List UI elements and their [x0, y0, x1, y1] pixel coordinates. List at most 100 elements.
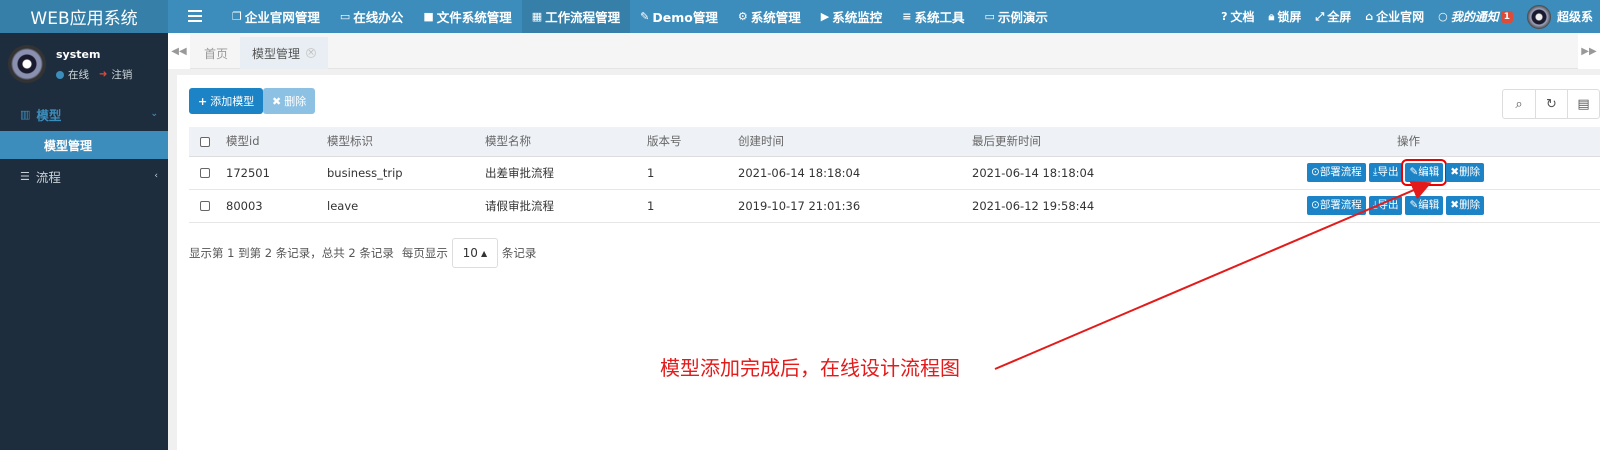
cell-model-name: 出差审批流程 [485, 165, 554, 180]
times-icon: ✖ [272, 94, 282, 108]
row-checkbox[interactable] [200, 201, 210, 211]
edit-button[interactable]: ✎编辑 [1401, 159, 1448, 186]
cell-model-key: leave [327, 198, 359, 213]
cell-created: 2019-10-17 21:01:36 [738, 198, 861, 213]
edit-button[interactable]: ✎编辑 [1405, 196, 1444, 215]
nav-demos[interactable]: ▭ 示例演示 [974, 0, 1057, 33]
column-header[interactable]: 模型名称 [485, 127, 647, 156]
plus-icon: + [198, 94, 208, 108]
page-tabs-bar: ◀◀ 首页 模型管理 × ▶▶ [168, 33, 1600, 69]
sidebar-username: system [56, 48, 101, 61]
app-logo[interactable]: WEB应用系统 [0, 0, 168, 33]
gear-icon: ⚙ [737, 10, 748, 23]
table-row[interactable]: 80003 leave 请假审批流程 1 2019-10-17 21:01:36… [189, 189, 1600, 222]
nav-docs[interactable]: ? 文档 [1214, 0, 1261, 33]
tab-model-management[interactable]: 模型管理 × [240, 37, 329, 69]
desktop-icon: ▭ [984, 10, 995, 23]
column-header[interactable]: 创建时间 [738, 127, 972, 156]
remove-button[interactable]: ✖删除 [1446, 196, 1485, 215]
nav-system-monitor[interactable]: ▶ 系统监控 [811, 0, 892, 33]
top-navbar: WEB应用系统 ❐ 企业官网管理 ▭ 在线办公 ■ 文件系统管理 ▦ 工作流程管理 ✎ D… [0, 0, 1600, 33]
workflow-icon: ▦ [531, 10, 543, 23]
row-actions: ⊙部署流程 ⤓导出 ✎编辑 ✖删除 [1307, 156, 1600, 189]
main-content: + 添加模型 ✖ 删除 ⌕ ↻ ▤ 模型id 模型标识 模型名称 版本号 创建时… [168, 69, 1600, 450]
tab-home[interactable]: 首页 [192, 37, 240, 69]
nav-enterprise-site[interactable]: ❐ 企业官网管理 [222, 0, 330, 33]
column-header[interactable]: 模型id [226, 127, 327, 156]
deploy-button[interactable]: ⊙部署流程 [1307, 163, 1366, 182]
cell-model-id: 172501 [226, 165, 270, 180]
page-size-select[interactable]: 10 ▲ [451, 238, 498, 268]
tab-close-icon[interactable]: × [306, 48, 317, 58]
nav-workflow[interactable]: ▦ 工作流程管理 [521, 0, 631, 33]
cell-updated: 2021-06-14 18:18:04 [972, 165, 1095, 180]
refresh-icon[interactable]: ↻ [1535, 90, 1567, 118]
nav-online-office[interactable]: ▭ 在线办公 [330, 0, 413, 33]
cell-updated: 2021-06-12 19:58:44 [972, 198, 1095, 213]
export-button[interactable]: ⤓导出 [1368, 196, 1403, 215]
online-dot-icon [56, 70, 64, 79]
search-icon[interactable]: ⌕ [1503, 90, 1535, 118]
top-right-nav: ? 文档 🔒︎ 锁屏 ⤢ 全屏 ⌂ 企业官网 ○ 我的通知 1 超级系 [1214, 0, 1600, 33]
caret-up-icon: ▲ [480, 248, 488, 258]
list-icon: ≡ [902, 10, 912, 23]
user-avatar [1526, 4, 1551, 29]
menu-toggle-icon[interactable] [188, 8, 202, 22]
copy-icon: ❐ [232, 10, 242, 23]
annotation-text: 模型添加完成后，在线设计流程图 [660, 356, 960, 380]
comment-icon: ○ [1438, 10, 1448, 23]
user-panel: system 在线 ➜ 注销 [0, 33, 168, 97]
columns-icon[interactable]: ▤ [1567, 90, 1599, 118]
select-all-checkbox[interactable] [200, 136, 210, 147]
sidebar-group-model[interactable]: ▥ 模型 ⌄ [0, 97, 168, 131]
notification-count-badge: 1 [1500, 10, 1513, 23]
sidebar-item-model-management[interactable]: 模型管理 [0, 131, 168, 159]
pagination-info: 显示第 1 到第 2 条记录，总共 2 条记录 每页显示 10 ▲ 条记录 [189, 238, 536, 268]
logout-link[interactable]: 注销 [111, 67, 132, 82]
sidebar: system 在线 ➜ 注销 ▥ 模型 ⌄ 模型管理 ☰ 流程 ‹ [0, 33, 168, 450]
nav-system-admin[interactable]: ⚙ 系统管理 [728, 0, 811, 33]
nav-system-tools[interactable]: ≡ 系统工具 [892, 0, 974, 33]
export-button[interactable]: ⤓导出 [1368, 163, 1403, 182]
cell-model-key: business_trip [327, 165, 403, 180]
table-header-row: 模型id 模型标识 模型名称 版本号 创建时间 最后更新时间 操作 [189, 127, 1600, 156]
nav-notifications[interactable]: ○ 我的通知 1 [1431, 0, 1520, 33]
avatar [8, 45, 46, 83]
tabs-scroll-right-icon[interactable]: ▶▶ [1578, 33, 1600, 69]
table-toolbar: ⌕ ↻ ▤ [1502, 89, 1600, 119]
nav-lock-screen[interactable]: 🔒︎ 锁屏 [1262, 0, 1309, 33]
cell-model-name: 请假审批流程 [485, 198, 554, 213]
nav-demo[interactable]: ✎ Demo管理 [630, 0, 728, 33]
model-list-panel: + 添加模型 ✖ 删除 ⌕ ↻ ▤ 模型id 模型标识 模型名称 版本号 创建时… [177, 75, 1600, 450]
column-header[interactable]: 最后更新时间 [972, 127, 1307, 156]
cell-version: 1 [647, 165, 655, 180]
edit-icon: ✎ [640, 10, 650, 23]
chevron-down-icon: ⌄ [150, 109, 158, 119]
deploy-button[interactable]: ⊙部署流程 [1307, 196, 1366, 215]
tabs-scroll-left-icon[interactable]: ◀◀ [168, 33, 190, 69]
expand-icon: ⤢ [1315, 9, 1325, 23]
nav-website[interactable]: ⌂ 企业官网 [1358, 0, 1431, 33]
delete-button[interactable]: ✖ 删除 [263, 88, 316, 114]
chevron-left-icon: ‹ [154, 171, 158, 181]
map-icon: ▥ [20, 107, 31, 121]
add-model-button[interactable]: + 添加模型 [189, 88, 264, 114]
model-table: 模型id 模型标识 模型名称 版本号 创建时间 最后更新时间 操作 172501… [189, 127, 1600, 223]
nav-fullscreen[interactable]: ⤢ 全屏 [1308, 0, 1358, 33]
column-header[interactable]: 版本号 [647, 127, 738, 156]
sidebar-group-process[interactable]: ☰ 流程 ‹ [0, 159, 168, 193]
video-camera-icon: ▶ [820, 10, 830, 23]
row-checkbox[interactable] [200, 168, 210, 178]
row-actions: ⊙部署流程 ⤓导出 ✎编辑 ✖删除 [1307, 189, 1600, 222]
column-header: 操作 [1397, 134, 1420, 149]
nav-user-menu[interactable]: 超级系 [1520, 0, 1600, 33]
column-header[interactable]: 模型标识 [327, 127, 485, 156]
remove-button[interactable]: ✖删除 [1446, 163, 1485, 182]
user-status: 在线 ➜ 注销 [56, 67, 132, 82]
cell-created: 2021-06-14 18:18:04 [738, 165, 861, 180]
id-card-icon: ▭ [339, 10, 351, 23]
nav-file-system[interactable]: ■ 文件系统管理 [413, 0, 521, 33]
sign-out-icon[interactable]: ➜ [99, 69, 107, 80]
table-row[interactable]: 172501 business_trip 出差审批流程 1 2021-06-14… [189, 156, 1600, 189]
cell-version: 1 [647, 198, 655, 213]
